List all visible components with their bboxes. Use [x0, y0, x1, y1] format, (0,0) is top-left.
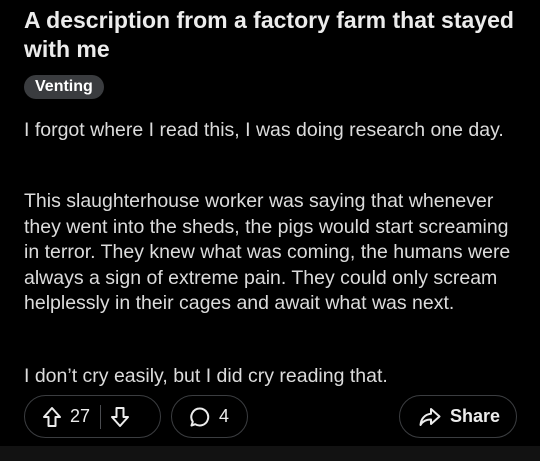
share-button[interactable]: Share — [399, 395, 517, 438]
post-body-paragraph: I forgot where I read this, I was doing … — [24, 119, 504, 141]
post-body-paragraph: I don’t cry easily, but I did cry readin… — [24, 365, 388, 387]
share-arrow-icon — [418, 406, 442, 428]
vote-bar: 27 — [24, 395, 161, 438]
comments-button[interactable]: 4 — [171, 395, 248, 438]
flair-badge[interactable]: Venting — [24, 75, 104, 99]
comment-count: 4 — [219, 406, 230, 426]
bottom-separator — [0, 446, 540, 461]
post-title[interactable]: A description from a factory farm that s… — [24, 6, 524, 64]
post-body-paragraph: This slaughterhouse worker was saying th… — [24, 190, 511, 314]
downvote-arrow-icon[interactable] — [110, 406, 130, 428]
upvote-arrow-icon[interactable] — [42, 406, 62, 428]
vote-divider — [100, 404, 102, 429]
post-card: A description from a factory farm that s… — [0, 0, 540, 446]
comment-bubble-icon — [189, 406, 211, 428]
share-label: Share — [450, 406, 501, 426]
vote-count: 27 — [70, 406, 91, 426]
